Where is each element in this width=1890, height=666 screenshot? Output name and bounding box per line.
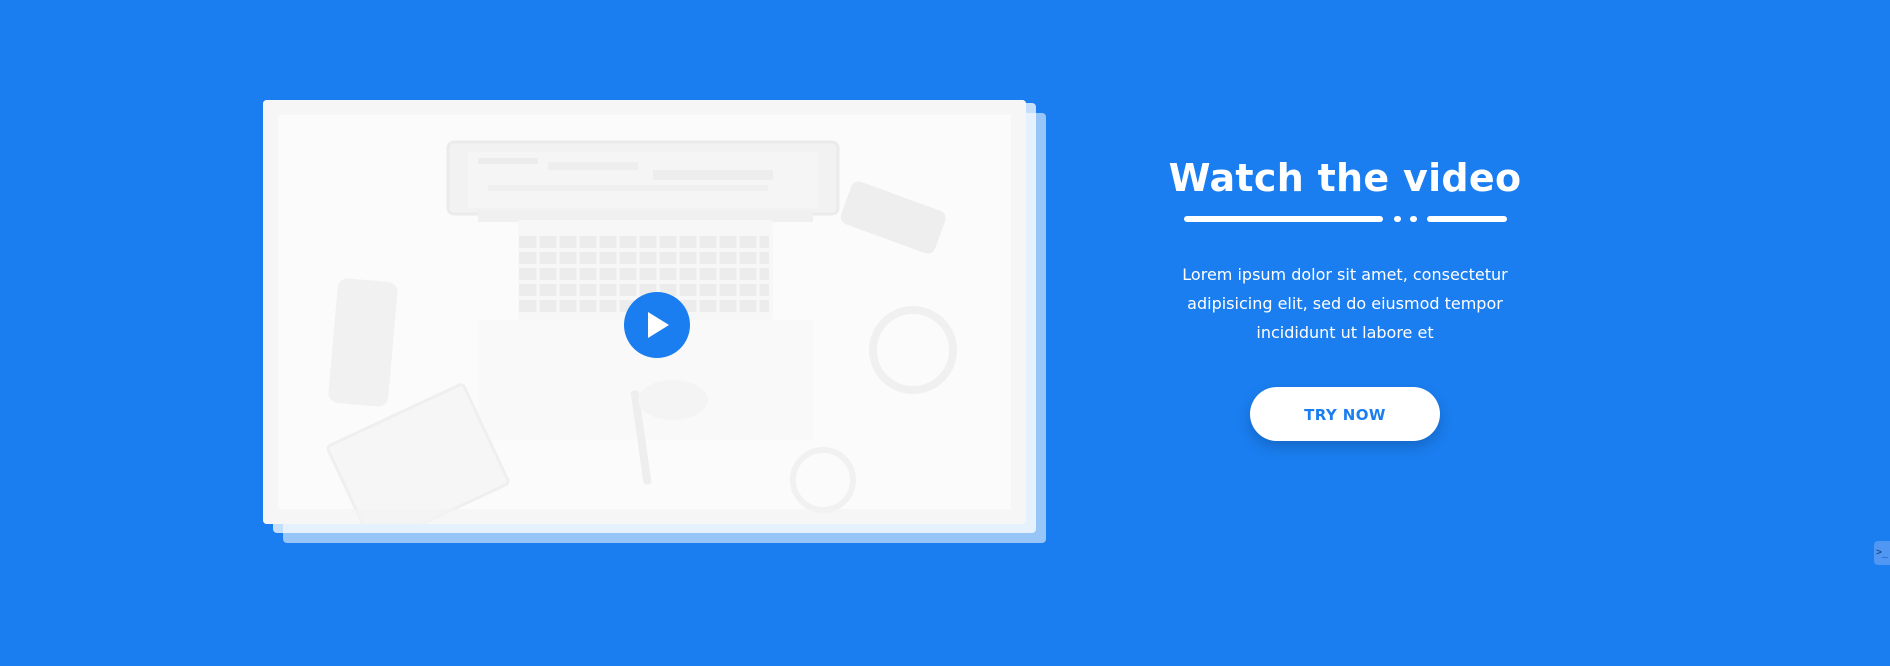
play-icon (648, 312, 669, 338)
divider-bar-right (1426, 216, 1507, 222)
section-title: Watch the video (1168, 156, 1522, 200)
video-section: Watch the video Lorem ipsum dolor sit am… (0, 0, 1890, 666)
terminal-icon[interactable]: >_ (1874, 541, 1890, 565)
play-button[interactable] (624, 292, 690, 358)
divider-bar-left (1183, 216, 1383, 222)
try-now-button[interactable]: TRY NOW (1250, 387, 1440, 441)
divider-dot (1409, 216, 1417, 222)
divider-dot (1393, 216, 1401, 222)
title-divider (1183, 216, 1507, 222)
section-description: Lorem ipsum dolor sit amet, consectetur … (1182, 265, 1508, 342)
hero-content: Watch the video Lorem ipsum dolor sit am… (1160, 150, 1530, 441)
